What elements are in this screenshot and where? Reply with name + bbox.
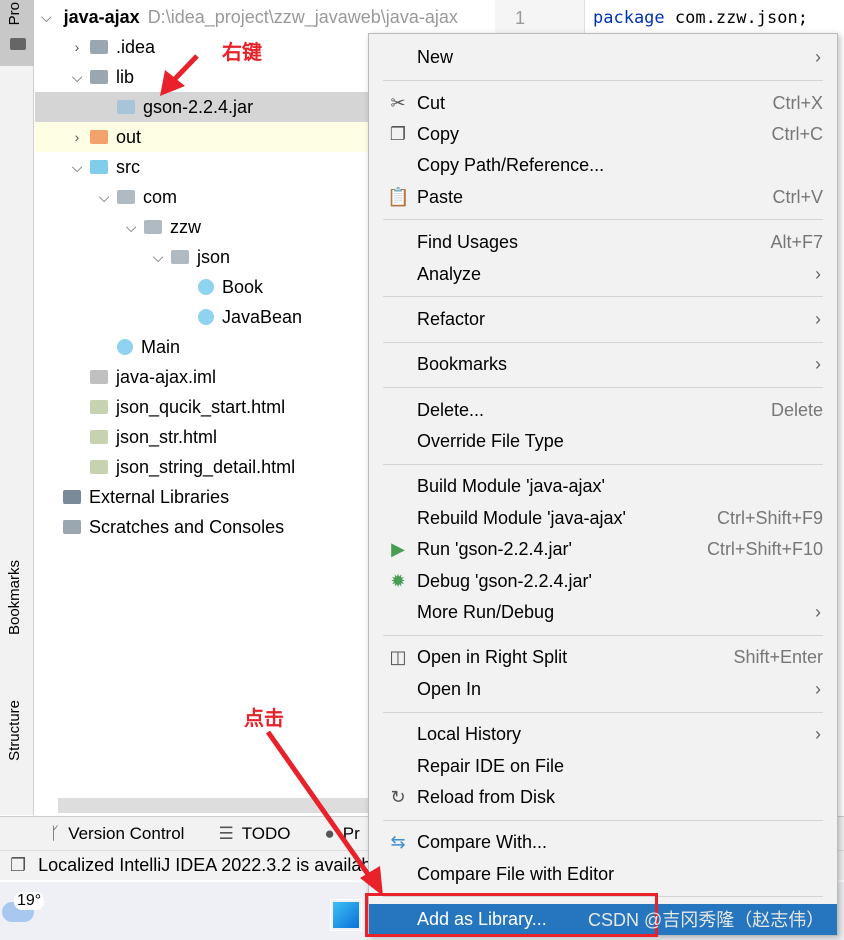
annotation-arrows	[160, 54, 383, 896]
arrow-to-jar	[160, 54, 199, 96]
arrow-to-add-library	[265, 730, 383, 896]
